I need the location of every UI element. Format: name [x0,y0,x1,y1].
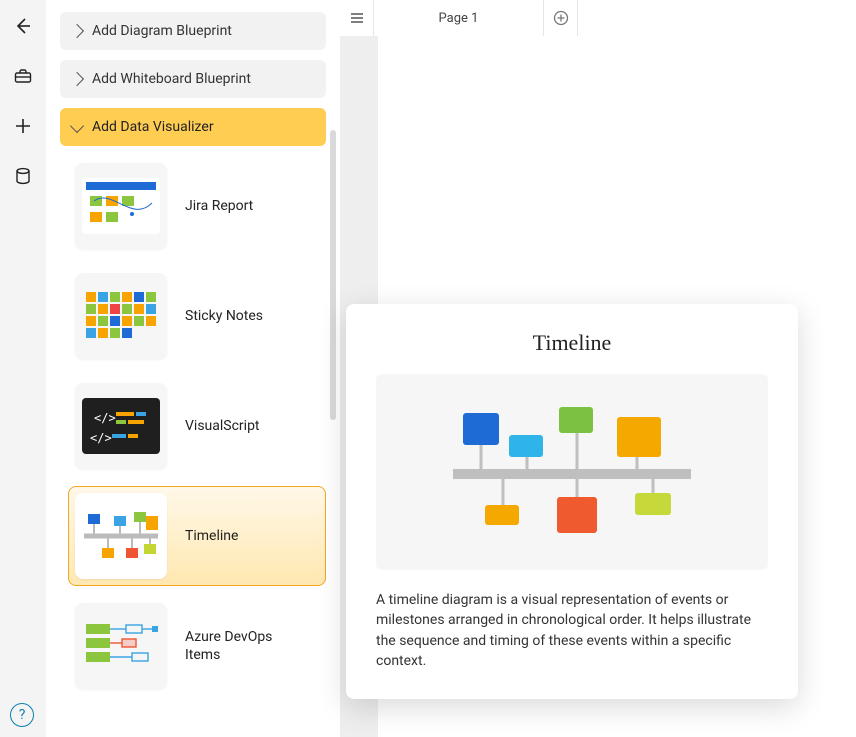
arrow-left-icon [13,16,33,36]
visualscript-icon: </> </> [82,398,160,454]
visualizer-label: Timeline [185,527,238,545]
visualizer-visualscript[interactable]: </> </> VisualScript [68,376,326,476]
tooltip-description: A timeline diagram is a visual represent… [376,590,768,671]
visualizer-label: VisualScript [185,417,260,435]
azure-devops-icon [82,618,160,674]
accordion-label: Add Diagram Blueprint [92,23,232,39]
tab-bar: Page 1 [340,0,856,36]
sidebar-panel: Add Diagram Blueprint Add Whiteboard Blu… [46,0,340,737]
list-icon [349,10,365,26]
accordion-label: Add Whiteboard Blueprint [92,71,251,87]
page-list-button[interactable] [340,0,374,36]
visualizer-list: Jira Report Sticky Notes [60,156,326,696]
database-icon [13,166,33,186]
visualizer-timeline[interactable]: Timeline [68,486,326,586]
thumbnail: </> </> [75,383,167,469]
jira-report-icon [82,178,160,234]
help-button[interactable]: ? [10,703,34,727]
svg-text:</>: </> [90,431,112,445]
back-button[interactable] [7,10,39,42]
thumbnail [75,603,167,689]
left-rail [0,0,46,737]
timeline-icon [80,506,162,566]
sidebar-scrollbar[interactable] [330,130,336,630]
chevron-down-icon [70,118,84,132]
accordion-data-visualizer[interactable]: Add Data Visualizer [60,108,326,146]
visualizer-label: Azure DevOps Items [185,628,305,664]
chevron-right-icon [70,24,84,38]
accordion-diagram-blueprint[interactable]: Add Diagram Blueprint [60,12,326,50]
thumbnail [75,273,167,359]
svg-text:</>: </> [94,411,116,425]
visualizer-label: Jira Report [185,197,253,215]
accordion-label: Add Data Visualizer [92,119,214,135]
visualizer-label: Sticky Notes [185,307,263,325]
thumbnail [75,493,167,579]
visualizer-tooltip: Timeline A timeline diagram is a visual … [346,304,798,699]
thumbnail [75,163,167,249]
chevron-right-icon [70,72,84,86]
tab-page-1[interactable]: Page 1 [374,0,544,36]
visualizer-sticky-notes[interactable]: Sticky Notes [68,266,326,366]
toolbox-icon [13,66,33,86]
plus-circle-icon [553,10,569,26]
plus-icon [13,116,33,136]
data-button[interactable] [7,160,39,192]
add-button[interactable] [7,110,39,142]
tooltip-preview [376,374,768,570]
add-page-button[interactable] [544,0,578,36]
tab-label: Page 1 [439,11,479,26]
visualizer-azure-devops[interactable]: Azure DevOps Items [68,596,326,696]
accordion-whiteboard-blueprint[interactable]: Add Whiteboard Blueprint [60,60,326,98]
visualizer-jira-report[interactable]: Jira Report [68,156,326,256]
timeline-preview-icon [437,397,707,547]
tooltip-title: Timeline [376,330,768,356]
toolbox-button[interactable] [7,60,39,92]
help-icon: ? [19,707,26,723]
sticky-notes-icon [82,288,160,344]
scrollbar-thumb[interactable] [330,130,336,420]
